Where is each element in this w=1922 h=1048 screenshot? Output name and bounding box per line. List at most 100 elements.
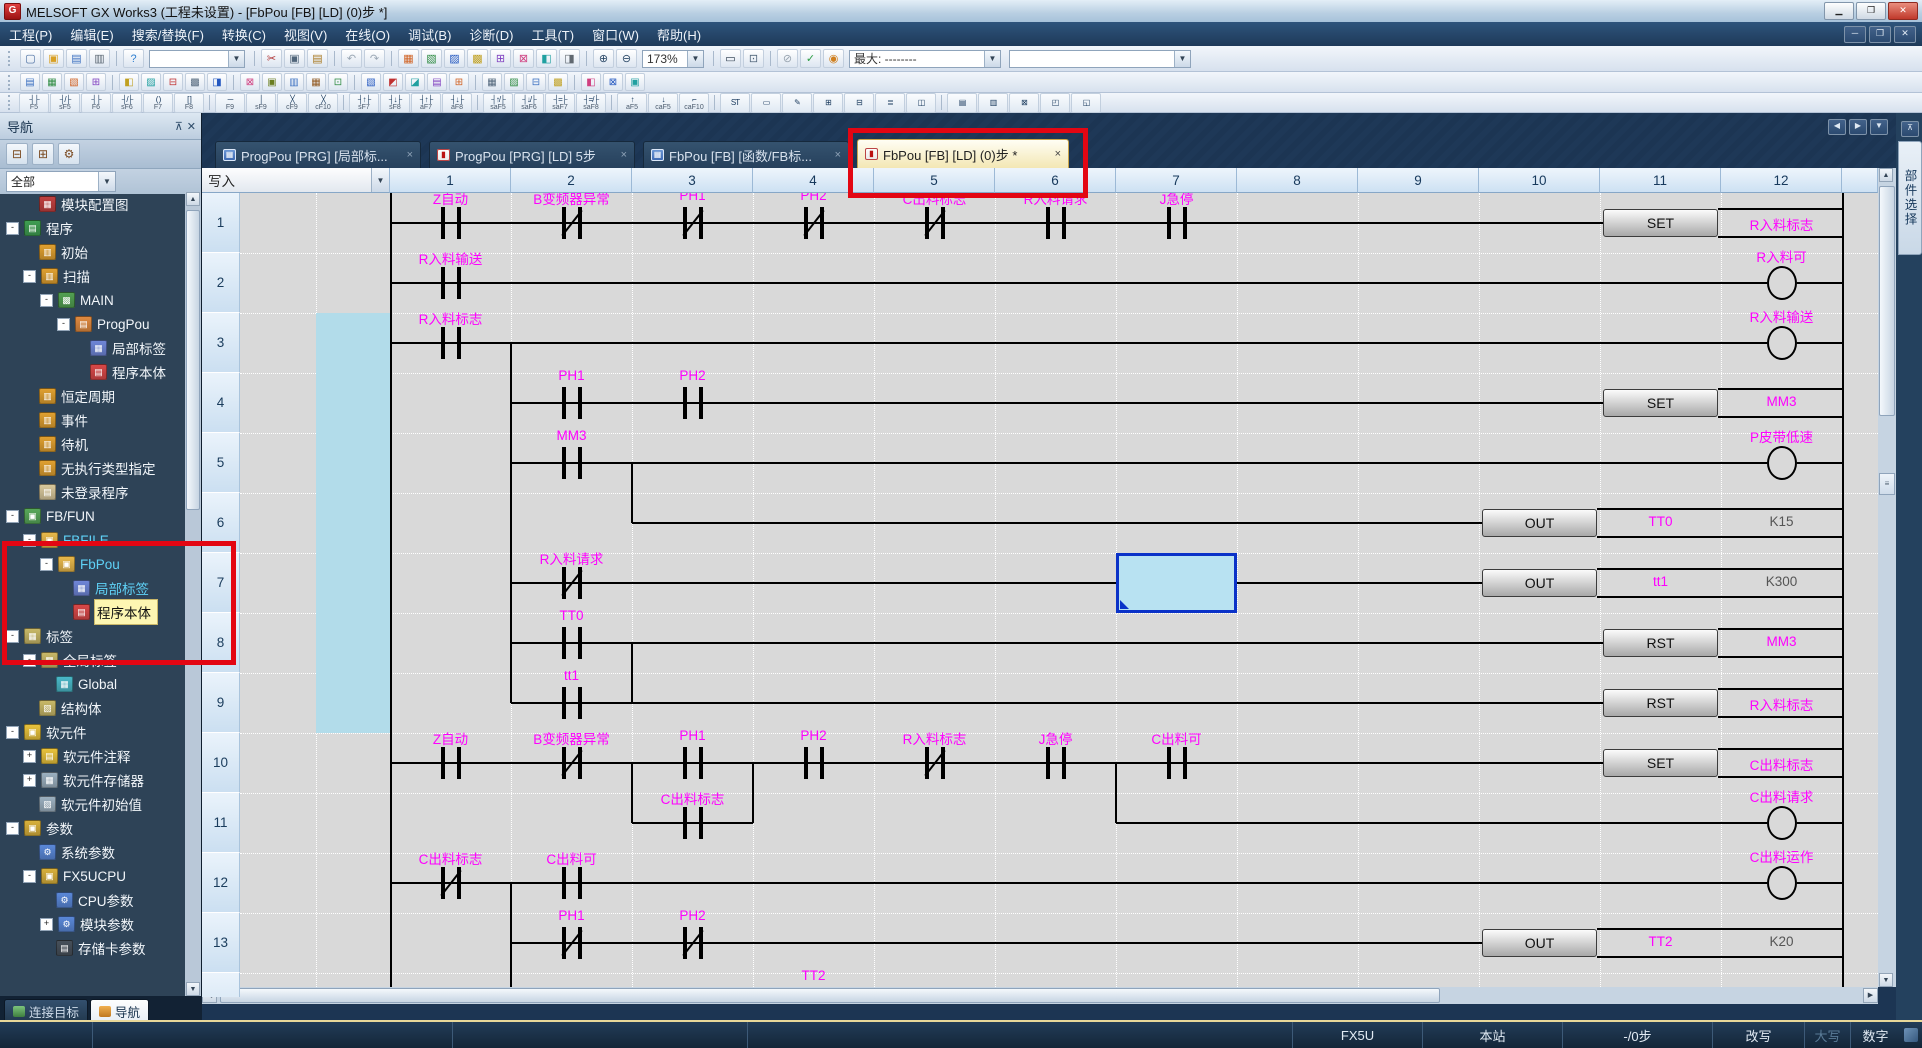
toolbar-icon[interactable]: ▧ [361,73,381,91]
chevron-down-icon[interactable]: ▼ [687,50,703,67]
tree-item-progpou[interactable]: - ▤ ProgPou [0,312,185,336]
output-coil[interactable] [1766,446,1797,480]
device-comment-display-button[interactable]: ▤ [947,92,977,113]
fb-paste-button[interactable]: ▭ [751,92,781,113]
save-icon[interactable]: ▤ [66,49,87,68]
print-icon[interactable]: ▥ [89,49,110,68]
tab-close-icon[interactable]: × [621,149,627,161]
open-contact[interactable] [561,867,566,899]
open-contact[interactable] [698,747,703,779]
scroll-up-icon[interactable]: ▲ [1879,168,1893,182]
device-view-icon[interactable]: ⊞ [490,49,511,68]
statement-button[interactable]: ≣ [875,92,905,113]
menu-item[interactable]: 编辑(E) [61,22,122,46]
falling-pulse-close-button[interactable]: ┤↓/├ saF6 [514,92,544,113]
open-contact[interactable] [819,747,824,779]
display-format-button[interactable]: ◰ [1040,92,1070,113]
split-handle[interactable]: ≡ [1879,473,1895,495]
help-icon[interactable]: ? [123,49,144,68]
open-contact[interactable] [682,387,687,419]
toolbar-icon[interactable]: ◨ [207,73,227,91]
menu-item[interactable]: 工具(T) [522,22,583,46]
tree-item-fb-fun[interactable]: - ▣ FB/FUN [0,504,185,528]
collapse-icon[interactable]: - [6,509,19,523]
element-selection-tab[interactable]: 部件选择 [1898,141,1922,255]
watch-start-icon[interactable]: ⊡ [743,49,764,68]
row-number-3[interactable]: 3 [202,313,240,373]
insert-row-button[interactable]: ⊞ [813,92,843,113]
open-contact[interactable] [561,687,566,719]
chevron-down-icon[interactable]: ▼ [98,172,115,191]
undo-icon[interactable]: ↶ [341,49,362,68]
open-contact[interactable] [577,447,582,479]
cross-reference-icon[interactable]: ⊠ [513,49,534,68]
open-contact[interactable] [1061,207,1066,239]
collapse-icon[interactable]: - [23,653,36,667]
row-number-9[interactable]: 9 [202,673,240,733]
mdi-restore-button[interactable]: ❐ [1869,25,1891,43]
rising-pulse-close-button[interactable]: ┤↑/├ saF5 [483,92,513,113]
scroll-right-icon[interactable]: ▶ [1863,988,1878,1003]
watch-window-icon[interactable]: ◨ [559,49,580,68]
tab-list-icon[interactable]: ▼ [1870,119,1888,135]
new-project-icon[interactable]: ▢ [20,49,41,68]
toolbar-icon[interactable]: ◧ [581,73,601,91]
row-number-13[interactable]: 13 [202,913,240,973]
or-rising-pulse-button[interactable]: ┤↑├ aF7 [411,92,441,113]
horizontal-line-button[interactable]: ─ F9 [215,92,245,113]
open-contact[interactable] [1045,207,1050,239]
menu-item[interactable]: 诊断(D) [460,22,522,46]
expand-icon[interactable]: + [23,749,36,763]
collapse-icon[interactable]: - [23,869,36,883]
open-contact-button[interactable]: ┤├ F5 [19,92,49,113]
zoom-in-icon[interactable]: ⊕ [593,49,614,68]
menu-item[interactable]: 窗口(W) [583,22,648,46]
menu-item[interactable]: 搜索/替换(F) [123,22,213,46]
coil-button[interactable]: ( ) F7 [143,92,173,113]
tree-item-structure[interactable]: ▧ 结构体 [0,696,185,720]
out-instruction-block[interactable]: OUT [1482,509,1597,537]
tab-progpou-ld[interactable]: ▮ ProgPou [PRG] [LD] 5步 × [429,141,635,168]
row-number-4[interactable]: 4 [202,373,240,433]
program-check-icon[interactable]: ▦ [398,49,419,68]
scroll-down-icon[interactable]: ▼ [186,982,200,996]
or-open-contact-button[interactable]: ┤├ F6 [81,92,111,113]
open-contact[interactable] [440,747,445,779]
rebuild-icon[interactable]: ▩ [467,49,488,68]
scrollbar-thumb[interactable] [1879,186,1895,416]
monitor-stop-icon[interactable]: ⊘ [777,49,798,68]
toolbar-icon[interactable]: ▧ [64,73,84,91]
collapse-icon[interactable]: - [6,221,19,235]
toolbar-icon[interactable]: ◧ [119,73,139,91]
tree-item-device-comment[interactable]: + ▤ 软元件注释 [0,744,185,768]
row-number-1[interactable]: 1 [202,193,240,253]
pin-icon[interactable]: ⊼ [1901,121,1919,137]
tree-item-fixed-scan[interactable]: ▥ 恒定周期 [0,384,185,408]
open-contact[interactable] [682,807,687,839]
pulse-not-conversion-button[interactable]: ┤=/├ saF8 [576,92,606,113]
row-number-6[interactable]: 6 [202,493,240,553]
mdi-close-button[interactable]: ✕ [1894,25,1916,43]
toolbar-icon[interactable]: ▨ [141,73,161,91]
open-contact[interactable] [1166,207,1171,239]
row-number-5[interactable]: 5 [202,433,240,493]
toolbar-icon[interactable]: ⊟ [163,73,183,91]
tab-close-icon[interactable]: × [1055,148,1061,160]
tree-item-fbfile[interactable]: - ▣ FBFILE [0,528,185,552]
tab-scroll-right-icon[interactable]: ▶ [1849,119,1867,135]
tree-item-main[interactable]: - ▩ MAIN [0,288,185,312]
delete-horizontal-line-button[interactable]: ╳ cF9 [277,92,307,113]
tree-item-fbpou[interactable]: - ▣ FbPou [0,552,185,576]
toolbar-icon[interactable]: ⊠ [603,73,623,91]
closed-contact-button[interactable]: ┤/├ sF5 [50,92,80,113]
toolbar-icon[interactable]: ⊠ [240,73,260,91]
note-display-button[interactable]: ⊠ [1009,92,1039,113]
open-contact[interactable] [577,627,582,659]
device-list-icon[interactable]: ◧ [536,49,557,68]
online-change-icon[interactable]: ◉ [823,49,844,68]
delete-row-button[interactable]: ⊟ [844,92,874,113]
expand-icon[interactable]: + [40,917,53,931]
row-number-11[interactable]: 11 [202,793,240,853]
toolbar-icon[interactable]: ⊟ [526,73,546,91]
toolbar-icon[interactable]: ▣ [625,73,645,91]
